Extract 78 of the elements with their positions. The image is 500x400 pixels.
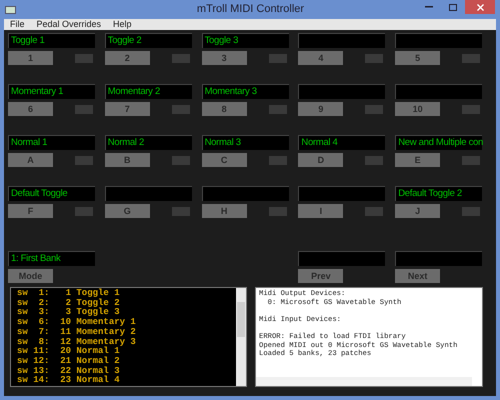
indicator-light <box>172 156 190 164</box>
indicator-light <box>365 206 384 216</box>
display-field: Normal 3 <box>202 135 289 150</box>
indicator-light <box>75 54 93 62</box>
display-field: Default Toggle <box>8 186 95 201</box>
switch-button[interactable]: 6 <box>8 102 53 116</box>
display-field: Default Toggle 2 <box>395 186 482 201</box>
switch-button[interactable]: E <box>395 153 440 167</box>
close-button[interactable] <box>465 0 495 14</box>
indicator-light <box>75 206 93 216</box>
indicator-light <box>268 156 287 164</box>
indicator-light <box>268 104 287 114</box>
switch-button[interactable]: 5 <box>395 51 440 65</box>
switch-button[interactable]: Prev <box>298 269 344 283</box>
menu-item[interactable]: Pedal Overrides <box>36 19 102 30</box>
switch-button[interactable]: 3 <box>202 51 247 65</box>
display-field: 1: First Bank <box>8 251 95 266</box>
list-line: sw 13: 22 Normal 3 <box>17 366 121 376</box>
menu-item[interactable]: File <box>10 19 25 30</box>
switch-button[interactable]: Mode <box>8 269 53 283</box>
close-icon <box>476 4 484 10</box>
display-field: Toggle 1 <box>8 33 95 48</box>
switch-button[interactable]: A <box>8 153 53 167</box>
indicator-light <box>75 104 93 114</box>
indicator-light <box>172 54 190 62</box>
switch-button[interactable]: 1 <box>8 51 53 65</box>
indicator-light <box>172 104 190 114</box>
display-field: Momentary 1 <box>8 84 95 99</box>
switch-button[interactable]: 2 <box>104 51 150 65</box>
display-field: Normal 1 <box>8 135 95 150</box>
indicator-light <box>75 156 93 164</box>
switch-button[interactable]: 8 <box>202 102 247 116</box>
horizontal-scrollbar[interactable] <box>256 377 472 386</box>
list-line: sw 11: 20 Normal 1 <box>17 347 121 356</box>
indicator-light <box>268 54 287 62</box>
indicator-light <box>462 206 480 216</box>
minimize-icon <box>425 6 433 8</box>
indicator-light <box>462 156 480 164</box>
indicator-light <box>268 206 287 216</box>
scrollbar[interactable] <box>236 288 246 386</box>
switch-button[interactable]: C <box>202 153 247 167</box>
switch-button[interactable]: D <box>298 153 344 167</box>
switch-button[interactable]: 10 <box>395 102 440 116</box>
switch-button[interactable]: B <box>104 153 150 167</box>
switch-button[interactable]: Next <box>395 269 440 283</box>
switch-button[interactable]: 9 <box>298 102 344 116</box>
menu-item[interactable]: Help <box>113 19 132 30</box>
maximize-icon <box>449 4 457 10</box>
display-field: Toggle 2 <box>104 33 192 48</box>
indicator-light <box>365 156 384 164</box>
display-field: Toggle 3 <box>202 33 289 48</box>
list-line: sw 1: 1 Toggle 1 <box>17 289 121 298</box>
list-line: sw 8: 12 Momentary 3 <box>17 338 137 347</box>
app-icon <box>5 6 16 14</box>
list-line: sw 14: 23 Normal 4 <box>17 376 121 386</box>
switch-button[interactable]: I <box>298 204 344 218</box>
switch-button[interactable]: H <box>202 204 247 218</box>
switch-button[interactable]: F <box>8 204 53 218</box>
list-line: sw 12: 21 Normal 2 <box>17 356 121 366</box>
indicator-light <box>462 54 480 62</box>
indicator-light <box>365 54 384 62</box>
display-field: New and Multiple con <box>395 135 482 150</box>
indicator-light <box>365 104 384 114</box>
window-title: mTroll MIDI Controller <box>196 2 304 17</box>
indicator-light <box>172 206 190 216</box>
display-field: Normal 4 <box>298 135 386 150</box>
list-line: sw 6: 10 Momentary 1 <box>17 318 137 328</box>
list-line: sw 7: 11 Momentary 2 <box>17 328 137 338</box>
display-field: Normal 2 <box>104 135 192 150</box>
switch-button[interactable]: G <box>104 204 150 218</box>
display-field: Momentary 2 <box>104 84 192 99</box>
switch-button[interactable]: J <box>395 204 440 218</box>
switch-button[interactable]: 4 <box>298 51 344 65</box>
list-line: sw 2: 2 Toggle 2 <box>17 298 121 308</box>
list-line: sw 3: 3 Toggle 3 <box>17 308 121 318</box>
display-field: Momentary 3 <box>202 84 289 99</box>
switch-button[interactable]: 7 <box>104 102 150 116</box>
indicator-light <box>462 104 480 114</box>
